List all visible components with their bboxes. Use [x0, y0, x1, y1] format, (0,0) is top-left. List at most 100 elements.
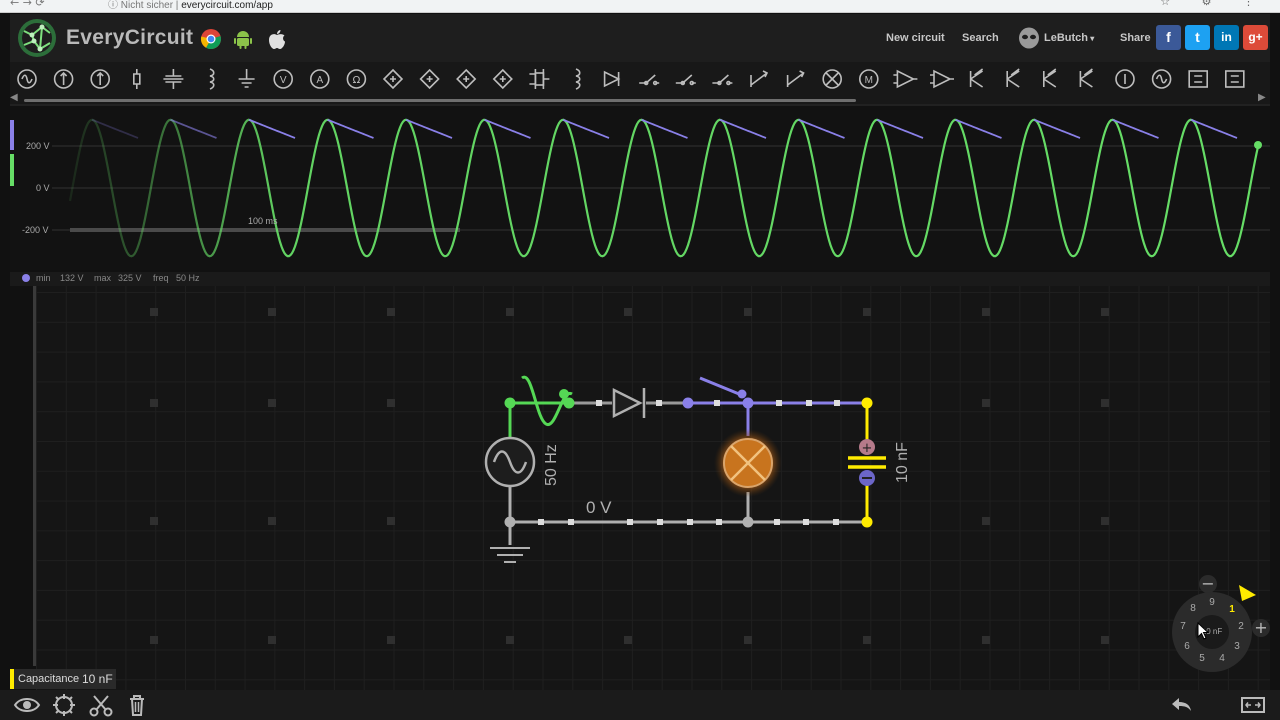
undo-icon[interactable]	[1166, 690, 1196, 720]
trash-icon[interactable]	[122, 690, 152, 720]
more-icon[interactable]	[1225, 70, 1245, 88]
current-source-icon[interactable]	[90, 69, 110, 89]
min-value: 132 V	[60, 273, 84, 283]
search-link[interactable]: Search	[962, 32, 999, 44]
battery-icon[interactable]	[133, 69, 141, 89]
svg-text:A: A	[316, 75, 323, 86]
nmos-icon[interactable]	[1043, 68, 1057, 88]
oscilloscope-panel[interactable]: 200 V 0 V -200 V 100 ms	[10, 110, 1270, 270]
dep-source-3-icon[interactable]	[456, 68, 477, 90]
toolbar-scrollbar[interactable]	[24, 99, 856, 102]
comparator-icon[interactable]	[930, 69, 954, 89]
potentiometer-icon[interactable]	[786, 70, 805, 87]
voltmeter-icon[interactable]: V	[273, 69, 294, 89]
dial-number-2[interactable]: 2	[1235, 621, 1247, 632]
channel-bar-capacitor[interactable]	[10, 120, 14, 150]
scope-label-neg200: -200 V	[22, 225, 49, 235]
chrome-icon[interactable]	[200, 28, 222, 50]
lamp-icon[interactable]	[822, 69, 843, 89]
svg-text:M: M	[865, 75, 873, 86]
logic-gate-icon[interactable]	[1188, 70, 1208, 88]
motor-icon[interactable]: M	[858, 69, 879, 89]
probe-color-dot	[22, 274, 30, 282]
dep-source-1-icon[interactable]	[382, 68, 404, 90]
scope-label-200: 200 V	[26, 141, 50, 151]
android-icon[interactable]	[232, 28, 254, 50]
facebook-share-button[interactable]: f	[1156, 25, 1181, 50]
bottom-toolbar	[0, 690, 1280, 720]
security-label: Nicht sicher	[120, 0, 174, 11]
clock-icon[interactable]	[1151, 69, 1172, 89]
ammeter-icon[interactable]: A	[309, 69, 330, 89]
channel-bar-source[interactable]	[10, 154, 14, 186]
new-circuit-link[interactable]: New circuit	[886, 32, 945, 44]
dial-number-3[interactable]: 3	[1231, 641, 1243, 652]
ac-source-icon[interactable]	[17, 69, 37, 89]
scope-time-scale: 100 ms	[248, 216, 278, 226]
plus-icon: +	[1254, 618, 1268, 637]
pmos-icon[interactable]	[1079, 68, 1093, 88]
eye-icon[interactable]	[12, 690, 42, 720]
max-label: max	[94, 273, 112, 283]
ohmmeter-icon[interactable]: Ω	[346, 69, 367, 89]
scope-label-0: 0 V	[36, 183, 50, 193]
apple-icon[interactable]	[266, 28, 288, 50]
scroll-left-icon[interactable]: ◀	[10, 92, 18, 103]
browser-bar: ← → ⟳ ⓘ Nicht sicher | everycircuit.com/…	[0, 0, 1280, 13]
value-dial[interactable]: 1 2 3 4 5 6 7 8 9 10 nF	[1172, 592, 1252, 672]
ground-icon[interactable]	[238, 69, 255, 88]
browser-actions[interactable]: ☆ ⚙ ⋮	[1160, 0, 1268, 8]
dial-number-7[interactable]: 7	[1177, 621, 1189, 632]
fit-screen-icon[interactable]	[1238, 690, 1268, 720]
dial-number-8[interactable]: 8	[1187, 603, 1199, 614]
scroll-right-icon[interactable]: ▶	[1258, 92, 1266, 103]
twitter-icon: t	[1195, 29, 1200, 45]
dep-source-4-icon[interactable]	[492, 68, 513, 90]
cut-wire-icon[interactable]	[86, 690, 116, 720]
min-label: min	[36, 273, 51, 283]
app-header: EveryCircuit New circuit Search LeButch …	[10, 14, 1270, 62]
everycircuit-logo-icon[interactable]	[16, 17, 58, 59]
user-menu[interactable]: LeButch ▾	[1044, 32, 1094, 44]
dial-number-6[interactable]: 6	[1181, 641, 1193, 652]
inductor-icon[interactable]	[209, 68, 215, 90]
pnp-icon[interactable]	[1006, 68, 1020, 88]
dial-number-4[interactable]: 4	[1216, 653, 1228, 664]
browser-nav-icons[interactable]: ← → ⟳	[10, 0, 45, 9]
freq-value: 50 Hz	[176, 273, 200, 283]
dial-plus-button[interactable]: +	[1252, 619, 1270, 637]
diode-icon[interactable]	[603, 70, 621, 88]
switch-spst-icon[interactable]	[639, 74, 660, 86]
url-text: everycircuit.com/app	[181, 0, 273, 11]
dep-source-2-icon[interactable]	[419, 68, 440, 90]
logic-probe-icon[interactable]	[1115, 69, 1135, 89]
relay-icon[interactable]	[750, 70, 769, 87]
rotate-icon[interactable]	[49, 690, 79, 720]
freq-label: freq	[153, 273, 169, 283]
app-title: EveryCircuit	[66, 26, 194, 49]
dial-number-9[interactable]: 9	[1206, 597, 1218, 608]
twitter-share-button[interactable]: t	[1185, 25, 1210, 50]
googleplus-share-button[interactable]: g+	[1243, 25, 1268, 50]
max-value: 325 V	[118, 273, 142, 283]
transformer-icon[interactable]	[529, 69, 550, 89]
pushbutton-icon[interactable]	[712, 74, 733, 86]
capacitor-icon[interactable]	[163, 69, 184, 89]
coupled-inductor-icon[interactable]	[575, 68, 581, 90]
opamp-icon[interactable]	[893, 69, 918, 89]
linkedin-share-button[interactable]: in	[1214, 25, 1239, 50]
circuit-canvas[interactable]	[36, 286, 1270, 690]
svg-text:V: V	[280, 75, 287, 86]
dial-minus-button[interactable]: −	[1199, 575, 1217, 593]
address-bar[interactable]: ⓘ Nicht sicher | everycircuit.com/app	[108, 0, 273, 11]
dial-number-1[interactable]: 1	[1226, 604, 1238, 615]
dc-current-icon[interactable]	[53, 69, 74, 89]
user-avatar-icon[interactable]	[1018, 27, 1040, 49]
minus-icon: −	[1201, 574, 1215, 593]
npn-icon[interactable]	[969, 68, 984, 88]
switch-spdt-icon[interactable]	[675, 74, 696, 86]
scope-plot	[10, 118, 1270, 258]
facebook-icon: f	[1166, 29, 1171, 45]
dial-number-5[interactable]: 5	[1196, 653, 1208, 664]
property-name: Capacitance	[18, 673, 80, 685]
